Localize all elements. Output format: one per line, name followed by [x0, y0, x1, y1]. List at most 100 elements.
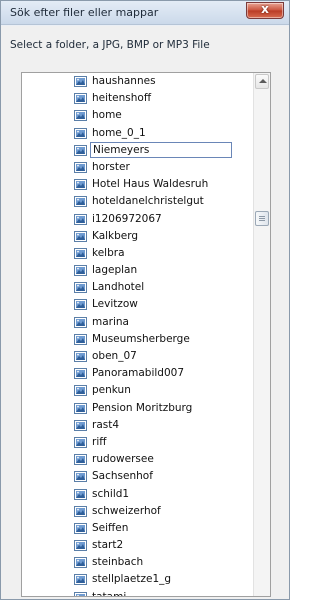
grip-line	[259, 218, 265, 219]
tree-item[interactable]: schild1	[22, 486, 254, 503]
image-file-icon	[74, 230, 87, 242]
scroll-up-button[interactable]	[255, 74, 269, 89]
tree-item[interactable]: home_0_1	[22, 125, 254, 142]
image-file-icon	[74, 196, 87, 208]
vertical-scrollbar[interactable]	[253, 73, 270, 596]
tree-item[interactable]: penkun	[22, 382, 254, 399]
image-file-icon	[74, 385, 87, 397]
tree-item-label: steinbach	[92, 556, 144, 569]
image-file-icon	[74, 351, 87, 362]
tree-item-label: hoteldanelchristelgut	[92, 195, 204, 208]
image-file-icon	[74, 522, 87, 534]
tree-item[interactable]: Levitzow	[22, 296, 254, 313]
tree-item-label: tatami	[92, 590, 127, 597]
image-file-icon	[74, 127, 87, 139]
tree-item[interactable]: Seiffen	[22, 520, 254, 537]
tree-item[interactable]: heitenshoff	[22, 90, 254, 107]
image-file-icon	[74, 282, 87, 294]
rename-input[interactable]: Niemeyers	[90, 141, 232, 158]
tree-item[interactable]: marina	[22, 314, 254, 331]
tree-item[interactable]: Niemeyers	[22, 141, 254, 159]
tree-item-label: Panoramabild007	[92, 367, 184, 380]
tree-item-label: Pension Moritzburg	[92, 401, 193, 414]
tree-item[interactable]: start2	[22, 537, 254, 554]
tree-list: haushannes heitenshoff home home_0_1 Niemeye…	[22, 73, 254, 597]
image-file-icon	[74, 76, 87, 87]
image-file-icon	[74, 247, 87, 259]
image-file-icon	[74, 179, 87, 191]
tree-item-label: haushannes	[92, 75, 156, 87]
image-file-icon	[74, 144, 87, 156]
tree-item[interactable]: oben_07	[22, 348, 254, 365]
tree-item-label: schweizerhof	[92, 504, 161, 517]
image-file-icon	[74, 574, 87, 586]
tree-item[interactable]: steinbach	[22, 554, 254, 571]
tree-item[interactable]: home	[22, 107, 254, 124]
tree-item-label: kelbra	[92, 246, 125, 259]
tree-item[interactable]: Museumsherberge	[22, 331, 254, 348]
image-file-icon	[74, 557, 87, 569]
tree-item[interactable]: tatami	[22, 589, 254, 597]
tree-item-label: penkun	[92, 384, 131, 397]
tree-item[interactable]: schweizerhof	[22, 503, 254, 520]
tree-item-label: rudowersee	[92, 453, 154, 466]
tree-item-label: marina	[92, 315, 129, 328]
image-file-icon	[74, 368, 87, 380]
grip-line	[259, 220, 265, 221]
folder-tree[interactable]: haushannes heitenshoff home home_0_1 Niemeye…	[21, 72, 271, 597]
image-file-icon	[74, 402, 87, 414]
scroll-thumb[interactable]	[255, 211, 269, 226]
instruction-text: Select a folder, a JPG, BMP or MP3 File	[10, 39, 210, 51]
file-browser-dialog: Sök efter filer eller mappar x Select a …	[0, 0, 290, 600]
chevron-up-icon	[259, 79, 267, 83]
image-file-icon	[74, 540, 87, 552]
tree-item[interactable]: rast4	[22, 417, 254, 434]
tree-item[interactable]: Sachsenhof	[22, 468, 254, 485]
image-file-icon	[74, 505, 87, 517]
tree-item[interactable]: riff	[22, 434, 254, 451]
tree-item[interactable]: horster	[22, 159, 254, 176]
tree-item-label: home_0_1	[92, 126, 146, 139]
tree-item[interactable]: haushannes	[22, 73, 254, 90]
grip-line	[259, 216, 265, 217]
tree-item[interactable]: Panoramabild007	[22, 365, 254, 382]
tree-item-label: Sachsenhof	[92, 470, 153, 483]
tree-item-label: riff	[92, 435, 107, 448]
image-file-icon	[74, 591, 87, 596]
tree-item-label: Seiffen	[92, 521, 129, 534]
tree-item-label: home	[92, 109, 122, 122]
image-file-icon	[74, 419, 87, 431]
tree-item-label: i1206972067	[92, 212, 162, 225]
dialog-body: Select a folder, a JPG, BMP or MP3 File …	[1, 26, 289, 599]
image-file-icon	[74, 265, 87, 277]
image-file-icon	[74, 436, 87, 448]
tree-item[interactable]: Pension Moritzburg	[22, 400, 254, 417]
tree-item[interactable]: Kalkberg	[22, 228, 254, 245]
image-file-icon	[74, 488, 87, 500]
tree-item[interactable]: lageplan	[22, 262, 254, 279]
image-file-icon	[74, 161, 87, 173]
tree-item[interactable]: Hotel Haus Waldesruh	[22, 176, 254, 193]
tree-item[interactable]: Landhotel	[22, 279, 254, 296]
tree-item[interactable]: hoteldanelchristelgut	[22, 193, 254, 210]
tree-item[interactable]: stellplaetze1_g	[22, 571, 254, 588]
tree-item-label: start2	[92, 539, 124, 552]
image-file-icon	[74, 333, 87, 345]
tree-item-label: Landhotel	[92, 281, 145, 294]
image-file-icon	[74, 454, 87, 466]
image-file-icon	[74, 93, 87, 105]
close-icon: x	[261, 2, 269, 16]
close-button[interactable]: x	[246, 2, 284, 19]
tree-item[interactable]: rudowersee	[22, 451, 254, 468]
image-file-icon	[74, 213, 87, 225]
tree-item[interactable]: kelbra	[22, 245, 254, 262]
title-bar[interactable]: Sök efter filer eller mappar x	[1, 1, 289, 25]
tree-item-label: schild1	[92, 487, 130, 500]
tree-item-label: Hotel Haus Waldesruh	[92, 178, 209, 191]
tree-item-label: Kalkberg	[92, 229, 139, 242]
image-file-icon	[74, 316, 87, 328]
tree-item[interactable]: i1206972067	[22, 211, 254, 228]
image-file-icon	[74, 110, 87, 122]
tree-item-label: oben_07	[92, 350, 137, 362]
tree-item-label: lageplan	[92, 264, 138, 277]
